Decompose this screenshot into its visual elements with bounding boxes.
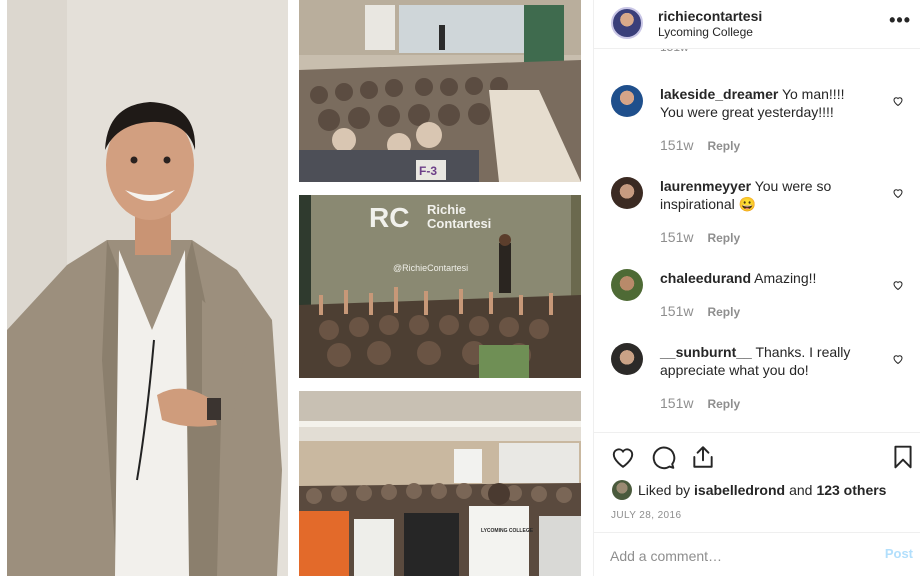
comment-icon[interactable] <box>650 444 676 470</box>
liked-by-line: Liked by isabelledrond and 123 others <box>612 480 886 500</box>
comment-text: __sunburnt__ Thanks. I really appreciate… <box>660 343 875 379</box>
heart-icon[interactable] <box>892 353 904 365</box>
photo-collage: F-3 RC Richie Contartesi @RichieContarte… <box>0 0 593 576</box>
add-comment-input[interactable] <box>610 546 850 566</box>
more-horizontal-icon[interactable]: ••• <box>889 10 911 31</box>
commenter-username[interactable]: lakeside_dreamer <box>660 86 778 102</box>
reply-button[interactable]: Reply <box>707 397 740 411</box>
commenter-avatar[interactable] <box>611 269 643 301</box>
auditorium-photo-top: F-3 <box>299 0 581 182</box>
comment-text: chaleedurand Amazing!! <box>660 269 875 287</box>
comment-time-cut: 151w <box>660 49 689 54</box>
heart-icon[interactable] <box>892 95 904 107</box>
speaker-photo <box>7 0 288 576</box>
commenter-avatar[interactable] <box>611 177 643 209</box>
audience-hands-photo: RC Richie Contartesi @RichieContartesi <box>299 195 581 378</box>
comment-meta: 151w Reply <box>660 229 740 245</box>
comment-time[interactable]: 151w <box>660 229 693 245</box>
post-date[interactable]: JULY 28, 2016 <box>611 510 681 521</box>
commenter-username[interactable]: chaleedurand <box>660 270 751 286</box>
author-avatar[interactable] <box>611 7 643 39</box>
auditorium-illustration-top: F-3 <box>299 0 581 182</box>
post-location[interactable]: Lycoming College <box>658 25 753 39</box>
add-comment-bar: Post <box>594 532 920 576</box>
heart-icon[interactable] <box>892 187 904 199</box>
comment-text: laurenmeyyer You were so inspirational 😀 <box>660 177 875 213</box>
slide-brand-line1: Richie <box>427 202 466 217</box>
crowd-photo-bottom: LYCOMING COLLEGE <box>299 391 581 576</box>
comment-body-line2: You were great yesterday!!!! <box>660 104 834 120</box>
bookmark-icon[interactable] <box>890 444 916 470</box>
crowd-illustration-bottom: LYCOMING COLLEGE <box>299 391 581 576</box>
reply-button[interactable]: Reply <box>707 231 740 245</box>
liker-avatar[interactable] <box>612 480 632 500</box>
slide-handle-text: @RichieContartesi <box>393 263 468 273</box>
post-header: richiecontartesi Lycoming College ••• <box>594 0 920 47</box>
comment-text: lakeside_dreamer Yo man!!!! You were gre… <box>660 85 875 121</box>
comment-meta: 151w Reply <box>660 395 740 411</box>
commenter-username[interactable]: __sunburnt__ <box>660 344 752 360</box>
comment-body-line2: inspirational 😀 <box>660 196 757 212</box>
comments-list[interactable]: 151w lakeside_dreamer Yo man!!!! You wer… <box>594 48 920 432</box>
post-actions: Liked by isabelledrond and 123 others JULY… <box>594 432 920 532</box>
comment-body-line1: Yo man!!!! <box>781 86 845 102</box>
commenter-avatar[interactable] <box>611 85 643 117</box>
author-username[interactable]: richiecontartesi <box>658 8 762 24</box>
slide-brand-line2: Contartesi <box>427 216 491 231</box>
share-icon[interactable] <box>690 444 716 470</box>
commenter-avatar[interactable] <box>611 343 643 375</box>
heart-icon[interactable] <box>610 444 636 470</box>
reply-button[interactable]: Reply <box>707 139 740 153</box>
comment-meta: 151w Reply <box>660 303 740 319</box>
speaker-illustration <box>7 0 288 576</box>
comment-body-line1: You were so <box>754 178 832 194</box>
comment-body-line1: Thanks. I really <box>755 344 851 360</box>
comment-body-line2: appreciate what you do! <box>660 362 809 378</box>
liked-and: and <box>789 482 813 498</box>
post-panel: richiecontartesi Lycoming College ••• 15… <box>593 0 920 576</box>
comment-body-line1: Amazing!! <box>754 270 817 286</box>
reply-button[interactable]: Reply <box>707 305 740 319</box>
liked-prefix: Liked by <box>638 482 691 498</box>
comment-meta: 151w Reply <box>660 137 740 153</box>
comment-time[interactable]: 151w <box>660 303 693 319</box>
comment-time[interactable]: 151w <box>660 137 693 153</box>
slide-logo-text: RC <box>369 202 409 233</box>
audience-hands-illustration: RC Richie Contartesi @RichieContartesi <box>299 195 581 378</box>
post-comment-button[interactable]: Post <box>885 546 913 561</box>
comment-time[interactable]: 151w <box>660 395 693 411</box>
liked-others[interactable]: 123 others <box>816 482 886 498</box>
heart-icon[interactable] <box>892 279 904 291</box>
shirt-text: LYCOMING COLLEGE <box>481 528 534 534</box>
seat-sign-text: F-3 <box>419 164 437 178</box>
liked-user[interactable]: isabelledrond <box>694 482 785 498</box>
commenter-username[interactable]: laurenmeyyer <box>660 178 751 194</box>
